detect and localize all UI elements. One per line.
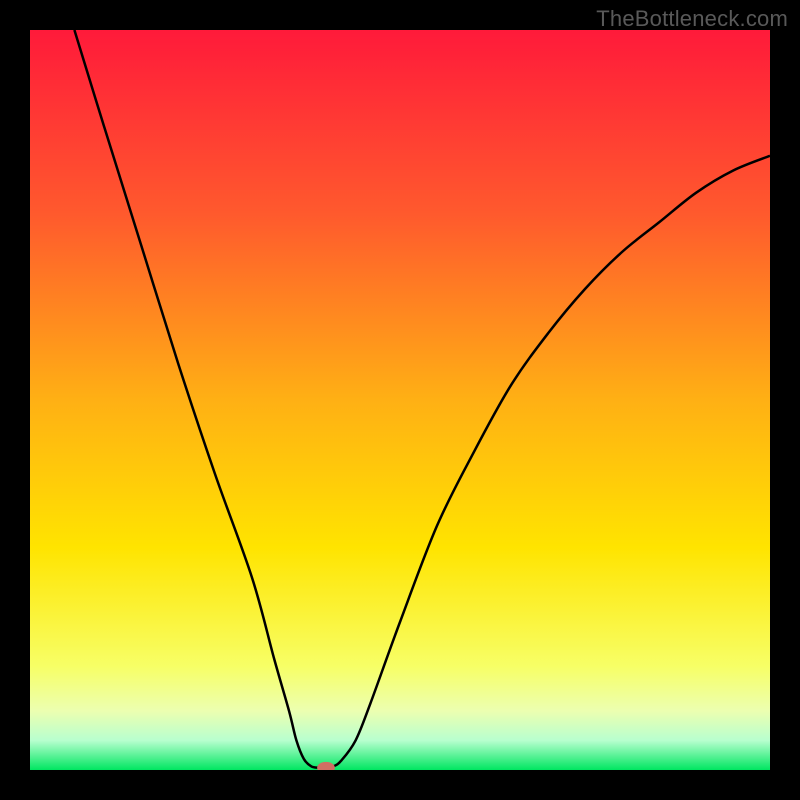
chart-frame: TheBottleneck.com (0, 0, 800, 800)
watermark-text: TheBottleneck.com (596, 6, 788, 32)
gradient-background (30, 30, 770, 770)
chart-svg (30, 30, 770, 770)
chart-plot-area (30, 30, 770, 770)
